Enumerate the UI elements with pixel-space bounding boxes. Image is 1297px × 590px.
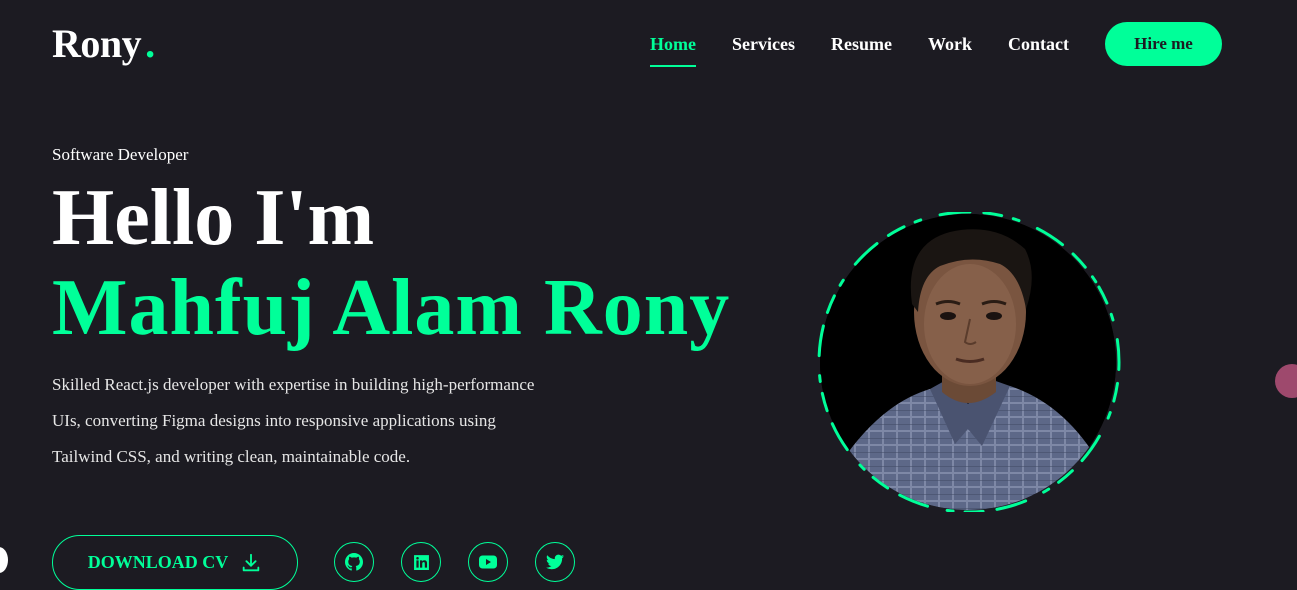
nav-item-resume[interactable]: Resume bbox=[831, 22, 892, 66]
logo-dot: . bbox=[145, 21, 155, 66]
download-cv-button[interactable]: DOWNLOAD CV bbox=[52, 535, 298, 590]
floating-indicator bbox=[0, 547, 8, 573]
hero-name: Mahfuj Alam Rony bbox=[52, 264, 731, 352]
main-nav: Home Services Resume Work Contact Hire m… bbox=[650, 22, 1222, 67]
logo-text: Rony bbox=[52, 21, 142, 66]
social-links bbox=[334, 542, 602, 582]
hire-me-button[interactable]: Hire me bbox=[1105, 22, 1222, 66]
hero-description: Skilled React.js developer with expertis… bbox=[52, 375, 535, 466]
nav-item-contact[interactable]: Contact bbox=[1008, 22, 1069, 66]
nav-item-services[interactable]: Services bbox=[732, 22, 795, 66]
github-link[interactable] bbox=[334, 542, 374, 582]
twitter-link[interactable] bbox=[535, 542, 575, 582]
floating-widget-button[interactable] bbox=[1275, 364, 1297, 398]
profile-photo-frame bbox=[812, 212, 1126, 512]
download-icon bbox=[243, 553, 260, 571]
site-logo[interactable]: Rony. bbox=[52, 20, 155, 68]
nav-item-home[interactable]: Home bbox=[650, 22, 696, 67]
linkedin-link[interactable] bbox=[401, 542, 441, 582]
youtube-link[interactable] bbox=[468, 542, 508, 582]
hero-subtitle: Software Developer bbox=[52, 145, 189, 164]
hero-greeting: Hello I'm bbox=[52, 174, 375, 262]
download-cv-label: DOWNLOAD CV bbox=[87, 552, 229, 572]
github-icon bbox=[345, 553, 363, 571]
linkedin-icon bbox=[413, 554, 429, 570]
nav-item-work[interactable]: Work bbox=[928, 22, 972, 66]
twitter-icon bbox=[546, 554, 564, 570]
photo-ring bbox=[817, 212, 1121, 512]
youtube-icon bbox=[479, 555, 497, 569]
